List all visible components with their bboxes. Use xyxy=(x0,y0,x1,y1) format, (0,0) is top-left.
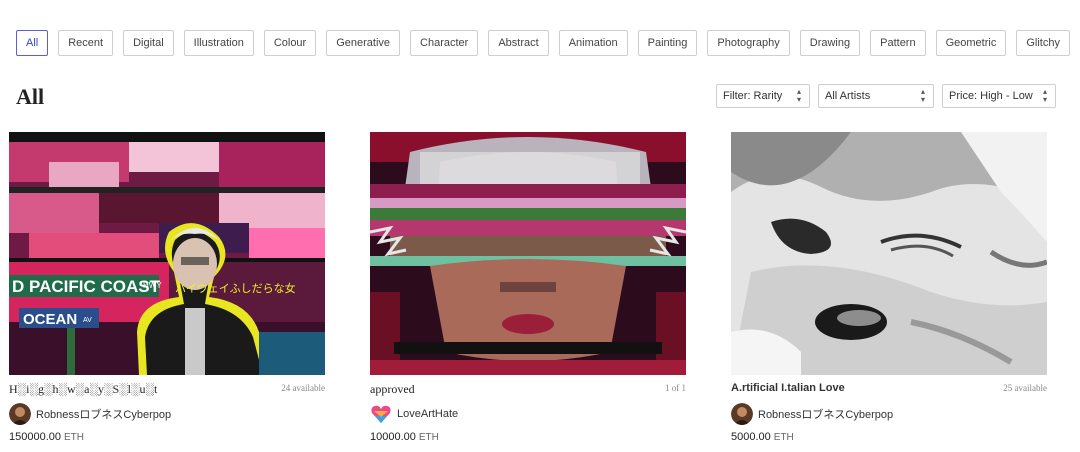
category-digital[interactable]: Digital xyxy=(123,30,174,56)
avatar xyxy=(731,403,753,425)
header-links xyxy=(830,0,1060,2)
sort-arrows-icon: ▴ ▾ xyxy=(796,87,801,104)
artwork-card[interactable]: approved 1 of 1 LoveArtHate 10000.00 ETH xyxy=(370,132,686,445)
top-strip xyxy=(0,0,1080,6)
category-colour[interactable]: Colour xyxy=(263,30,317,56)
currency-label: ETH xyxy=(773,432,794,443)
artwork-image[interactable]: D PACIFIC COAST HWY OCEAN AV ハイウェイふしだらな女 xyxy=(9,132,325,375)
artist-link[interactable]: RobnessロブネスCyberpop xyxy=(731,403,893,425)
sort-arrows-icon: ▴ ▾ xyxy=(920,87,925,104)
category-painting[interactable]: Painting xyxy=(637,30,698,56)
category-all[interactable]: All xyxy=(16,30,49,56)
category-animation[interactable]: Animation xyxy=(558,30,628,56)
currency-label: ETH xyxy=(64,432,84,443)
price-value: 10000.00 xyxy=(370,431,416,443)
artwork-title[interactable]: approved xyxy=(370,382,415,397)
street-sign-ocean: OCEAN xyxy=(23,311,77,328)
currency-label: ETH xyxy=(418,432,439,443)
artwork-image[interactable] xyxy=(370,132,686,375)
avatar xyxy=(370,403,392,425)
artist-name: RobnessロブネスCyberpop xyxy=(36,409,172,421)
price-select[interactable]: Price: High - Low ▴ ▾ xyxy=(942,84,1056,108)
artist-select-value: All Artists xyxy=(825,90,871,102)
category-geometric[interactable]: Geometric xyxy=(935,30,1007,56)
category-illustration[interactable]: Illustration xyxy=(183,30,254,56)
avatar xyxy=(9,403,31,425)
artwork-title[interactable]: A.rtificial I.talian Love xyxy=(731,382,845,394)
price-label: 150000.00 ETH xyxy=(9,431,84,443)
availability-label: 24 available xyxy=(281,383,325,393)
category-drawing[interactable]: Drawing xyxy=(799,30,861,56)
category-recent[interactable]: Recent xyxy=(58,30,114,56)
artist-name: RobnessロブネスCyberpop xyxy=(758,409,894,421)
category-pattern[interactable]: Pattern xyxy=(870,30,926,56)
price-value: 5000.00 xyxy=(731,431,771,443)
artwork-title[interactable]: H░i░g░h░w░a░y░S░l░u░t xyxy=(9,382,157,397)
availability-label: 1 of 1 xyxy=(665,383,686,393)
artwork-card[interactable]: D PACIFIC COAST HWY OCEAN AV ハイウェイふしだらな女… xyxy=(9,132,325,445)
category-generative[interactable]: Generative xyxy=(326,30,401,56)
price-select-value: Price: High - Low xyxy=(949,90,1033,102)
rarity-select[interactable]: Filter: Rarity ▴ ▾ xyxy=(716,84,810,108)
artwork-image[interactable] xyxy=(731,132,1047,375)
artist-select[interactable]: All Artists ▴ ▾ xyxy=(818,84,934,108)
street-sign-hwy: HWY xyxy=(143,281,162,290)
artwork-italian-love-art xyxy=(731,132,1047,375)
filter-bar: Filter: Rarity ▴ ▾ All Artists ▴ ▾ Price: … xyxy=(716,84,1064,108)
sort-arrows-icon: ▴ ▾ xyxy=(1042,87,1047,104)
japanese-caption: ハイウェイふしだらな女 xyxy=(175,281,296,295)
price-value: 150000.00 xyxy=(9,431,61,443)
price-label: 10000.00 ETH xyxy=(370,431,439,443)
availability-label: 25 available xyxy=(1003,383,1047,393)
category-nav: All Recent Digital Illustration Colour G… xyxy=(16,30,1080,56)
category-glitchy[interactable]: Glitchy xyxy=(1016,30,1070,56)
street-sign-pacific: D PACIFIC COAST xyxy=(12,277,161,296)
rarity-select-value: Filter: Rarity xyxy=(723,90,783,102)
artwork-approved-art xyxy=(370,132,686,375)
heart-logo-icon xyxy=(371,405,391,423)
category-photography[interactable]: Photography xyxy=(707,30,790,56)
page-title: All xyxy=(16,84,45,109)
category-abstract[interactable]: Abstract xyxy=(488,30,549,56)
artist-link[interactable]: RobnessロブネスCyberpop xyxy=(9,403,171,425)
category-character[interactable]: Character xyxy=(410,30,479,56)
artwork-highway-art: D PACIFIC COAST HWY OCEAN AV ハイウェイふしだらな女 xyxy=(9,132,325,375)
artist-name: LoveArtHate xyxy=(397,408,459,420)
artist-link[interactable]: LoveArtHate xyxy=(370,403,458,425)
price-label: 5000.00 ETH xyxy=(731,431,794,443)
artwork-card[interactable]: A.rtificial I.talian Love 25 available R… xyxy=(731,132,1047,445)
street-sign-av: AV xyxy=(83,317,92,324)
